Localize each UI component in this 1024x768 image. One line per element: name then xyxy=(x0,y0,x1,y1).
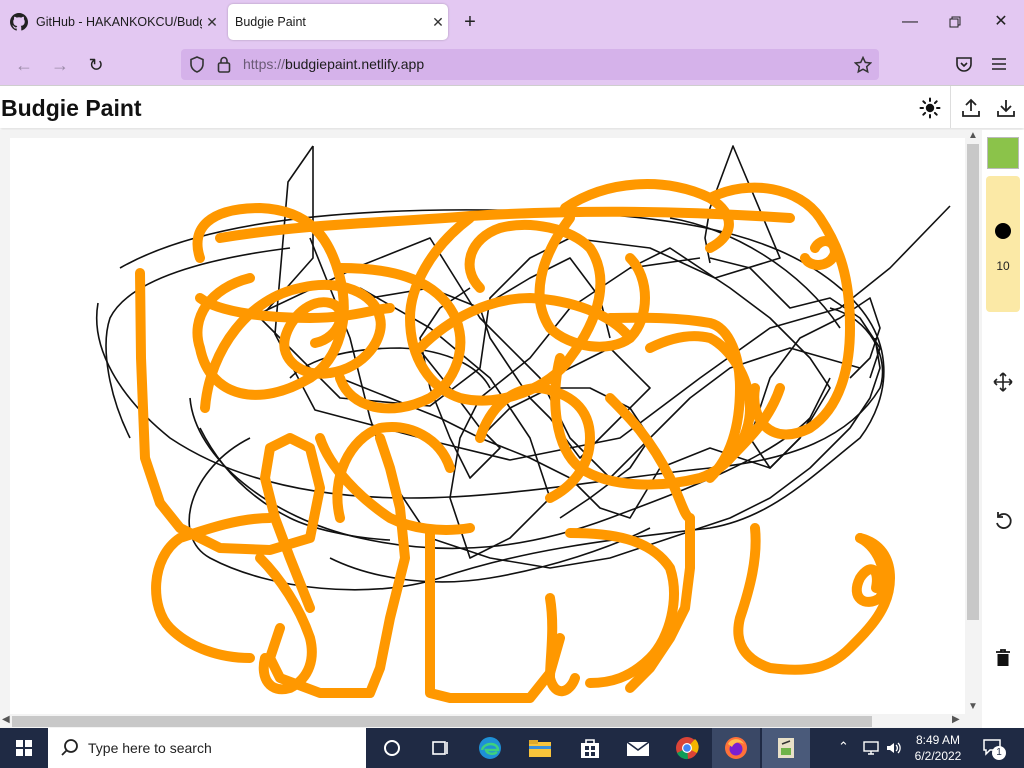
clock-date: 6/2/2022 xyxy=(914,749,962,763)
horizontal-scroll-thumb[interactable] xyxy=(12,716,872,727)
bookmark-star-icon[interactable] xyxy=(854,56,872,74)
paint-app-taskbar-button[interactable] xyxy=(762,728,810,768)
chrome-icon[interactable] xyxy=(673,734,701,762)
search-placeholder: Type here to search xyxy=(88,740,212,756)
shield-icon[interactable] xyxy=(189,56,205,73)
app-header: Budgie Paint xyxy=(0,86,1024,128)
scroll-up-arrow[interactable]: ▲ xyxy=(968,130,978,141)
windows-taskbar: Type here to search ⌃ 8:49 AM 6/2/2022 1 xyxy=(0,728,1024,768)
windows-start-icon[interactable] xyxy=(0,728,48,768)
notification-badge: 1 xyxy=(992,746,1006,760)
browser-tab-strip: GitHub - HAKANKOKCU/Budgie ✕ Budgie Pain… xyxy=(0,0,1024,44)
edge-icon[interactable] xyxy=(476,734,504,762)
drawing-canvas[interactable] xyxy=(10,138,965,718)
volume-icon[interactable] xyxy=(885,740,903,756)
tool-sidebar: 10 xyxy=(982,130,1024,729)
clock-time: 8:49 AM xyxy=(915,733,961,747)
tab-label: GitHub - HAKANKOKCU/Budgie xyxy=(36,15,202,29)
trash-icon[interactable] xyxy=(992,647,1014,669)
tab-github[interactable]: GitHub - HAKANKOKCU/Budgie ✕ xyxy=(4,4,222,40)
taskbar-clock[interactable]: 8:49 AM 6/2/2022 xyxy=(906,732,970,764)
file-explorer-icon[interactable] xyxy=(526,734,554,762)
brush-size-value: 10 xyxy=(996,259,1010,273)
header-divider xyxy=(950,86,951,128)
paint-app-icon xyxy=(778,738,794,758)
canvas-drawing xyxy=(96,145,951,703)
taskbar-search-box[interactable]: Type here to search xyxy=(48,728,366,768)
vertical-scroll-thumb[interactable] xyxy=(967,144,979,620)
forward-icon[interactable]: → xyxy=(47,52,73,78)
tray-chevron-icon[interactable]: ⌃ xyxy=(838,739,849,755)
url-bar[interactable]: https://budgiepaint.netlify.app xyxy=(181,49,879,80)
restore-icon[interactable] xyxy=(941,8,969,36)
menu-icon[interactable] xyxy=(992,58,1006,70)
app-title: Budgie Paint xyxy=(1,95,142,121)
firefox-icon xyxy=(725,737,747,759)
notification-center[interactable]: 1 xyxy=(982,738,1006,760)
move-icon[interactable] xyxy=(992,371,1014,393)
brush-size-panel[interactable]: 10 xyxy=(986,176,1020,312)
search-icon xyxy=(61,739,78,756)
web-page: Budgie Paint ▲ ▼ ◀ ▶ 10 xyxy=(0,85,1024,729)
back-icon[interactable]: ← xyxy=(11,52,37,78)
minimize-icon[interactable]: — xyxy=(896,8,924,36)
close-tab-icon[interactable]: ✕ xyxy=(428,14,448,31)
color-swatch[interactable] xyxy=(987,137,1019,169)
scroll-right-arrow[interactable]: ▶ xyxy=(952,714,960,725)
close-window-icon[interactable]: ✕ xyxy=(987,8,1015,36)
theme-toggle-icon[interactable] xyxy=(918,96,942,120)
new-tab-icon[interactable]: + xyxy=(458,10,482,34)
url-text: https://budgiepaint.netlify.app xyxy=(243,56,425,72)
lock-icon[interactable] xyxy=(217,56,231,73)
task-view-icon[interactable] xyxy=(426,734,454,762)
github-icon xyxy=(10,13,28,31)
scroll-down-arrow[interactable]: ▼ xyxy=(968,701,978,712)
firefox-taskbar-button[interactable] xyxy=(712,728,760,768)
tab-budgie-paint[interactable]: Budgie Paint ✕ xyxy=(228,4,448,40)
scroll-left-arrow[interactable]: ◀ xyxy=(2,714,10,725)
brush-preview-dot xyxy=(995,223,1011,239)
download-icon[interactable] xyxy=(994,96,1018,120)
canvas-area: ▲ ▼ ◀ ▶ xyxy=(0,130,982,729)
upload-icon[interactable] xyxy=(959,96,983,120)
network-icon[interactable] xyxy=(862,740,880,756)
undo-icon[interactable] xyxy=(992,509,1014,531)
pocket-icon[interactable] xyxy=(955,56,973,73)
cortana-icon[interactable] xyxy=(378,734,406,762)
tab-label: Budgie Paint xyxy=(235,15,306,29)
mail-icon[interactable] xyxy=(624,734,652,762)
orange-strokes xyxy=(135,179,895,703)
close-tab-icon[interactable]: ✕ xyxy=(202,14,222,31)
store-icon[interactable] xyxy=(576,734,604,762)
browser-nav-bar: ← → ↻ https://budgiepaint.netlify.app xyxy=(0,44,1024,85)
reload-icon[interactable]: ↻ xyxy=(83,52,109,78)
